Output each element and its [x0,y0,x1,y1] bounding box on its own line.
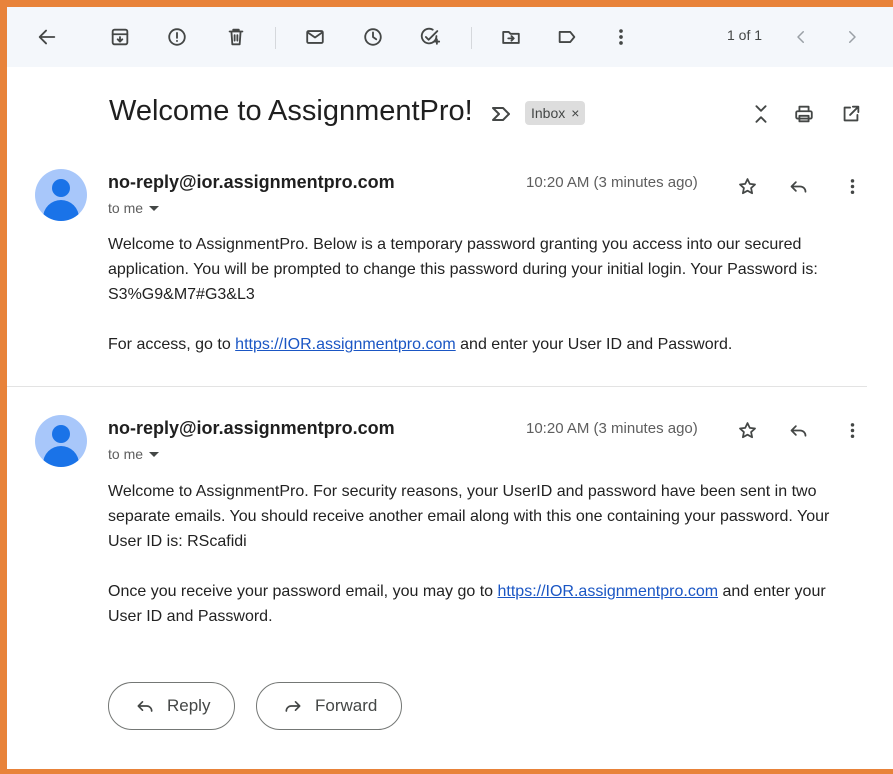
report-spam-icon [168,28,186,46]
mark-unread-button[interactable] [297,19,333,55]
body-paragraph: For access, go to https://IOR.assignment… [108,332,858,357]
message-divider [7,386,867,387]
sender-address[interactable]: no-reply@ior.assignmentpro.com [108,418,395,439]
remove-label-button[interactable]: × [571,105,579,121]
reply-button[interactable] [784,416,812,444]
add-task-button[interactable] [412,19,448,55]
move-to-button[interactable] [493,19,529,55]
reply-button[interactable] [784,172,812,200]
print-icon [795,105,813,123]
page-count: 1 of 1 [727,27,763,43]
avatar-body [43,200,79,221]
chevron-left-icon [797,31,804,43]
recipient-text: to me [108,200,144,216]
more-vert-icon [850,178,854,194]
delete-button[interactable] [218,19,254,55]
importance-icon [492,107,510,121]
message-body: Welcome to AssignmentPro. Below is a tem… [108,232,858,357]
message-time: 10:20 AM (3 minutes ago) [526,174,698,191]
login-link[interactable]: https://IOR.assignmentpro.com [498,583,719,600]
reply-action-button[interactable]: Reply [108,682,236,730]
star-button[interactable] [733,416,761,444]
label-icon [558,31,576,43]
trash-icon [228,28,244,46]
print-button[interactable] [791,101,817,127]
sender-avatar[interactable] [35,169,87,221]
body-paragraph: Welcome to AssignmentPro. Below is a tem… [108,236,818,303]
expand-all-button[interactable] [748,101,774,127]
forward-action-button[interactable]: Forward [256,682,403,730]
more-button[interactable] [603,19,639,55]
open-new-window-button[interactable] [838,101,864,127]
message-time: 10:20 AM (3 minutes ago) [526,420,698,437]
toolbar-divider [471,27,472,49]
archive-icon [111,28,129,46]
open-in-new-icon [843,105,860,122]
sender-avatar[interactable] [35,415,87,467]
unfold-less-icon [755,105,767,123]
recipient-text: to me [108,446,144,462]
message-body: Welcome to AssignmentPro. For security r… [108,479,858,629]
forward-label: Forward [315,696,378,715]
more-vert-icon [850,422,854,438]
email-subject: Welcome to AssignmentPro! [109,95,473,127]
reply-label: Reply [167,696,211,715]
reply-icon [790,424,806,437]
mail-icon [306,30,324,44]
avatar-body [43,446,79,467]
body-text-segment: Once you receive your password email, yo… [108,583,498,600]
archive-button[interactable] [102,19,138,55]
star-icon [738,421,756,438]
importance-marker[interactable] [490,104,512,124]
login-link[interactable]: https://IOR.assignmentpro.com [235,336,456,353]
caret-down-icon [149,451,160,457]
chevron-right-icon [849,31,856,43]
inbox-label-chip: Inbox × [525,101,586,125]
body-text-segment: For access, go to [108,336,236,353]
toolbar-divider [275,27,276,49]
more-vert-icon [619,29,623,45]
move-to-folder-icon [502,31,520,44]
star-button[interactable] [733,172,761,200]
label-button[interactable] [549,19,585,55]
more-options-button[interactable] [838,416,866,444]
avatar-head [52,425,70,443]
body-paragraph: Welcome to AssignmentPro. For security r… [108,483,830,550]
older-button[interactable] [834,19,870,55]
body-text-segment: and enter your User ID and Password. [455,336,733,353]
clock-icon [364,28,382,46]
newer-button[interactable] [783,19,819,55]
label-text: Inbox [531,105,566,121]
snooze-button[interactable] [355,19,391,55]
sender-address[interactable]: no-reply@ior.assignmentpro.com [108,172,395,193]
star-icon [738,177,756,194]
avatar-head [52,179,70,197]
reply-icon [790,180,806,193]
recipient-details-toggle[interactable]: to me [108,200,160,216]
body-paragraph: Once you receive your password email, yo… [108,579,858,629]
forward-icon [285,701,301,712]
caret-down-icon [149,205,160,211]
arrow-left-icon [38,29,56,45]
more-options-button[interactable] [838,172,866,200]
toolbar: 1 of 1 [7,7,893,67]
recipient-details-toggle[interactable]: to me [108,446,160,462]
reply-icon [137,701,153,712]
report-spam-button[interactable] [159,19,195,55]
add-task-icon [420,27,441,45]
back-button[interactable] [29,19,65,55]
